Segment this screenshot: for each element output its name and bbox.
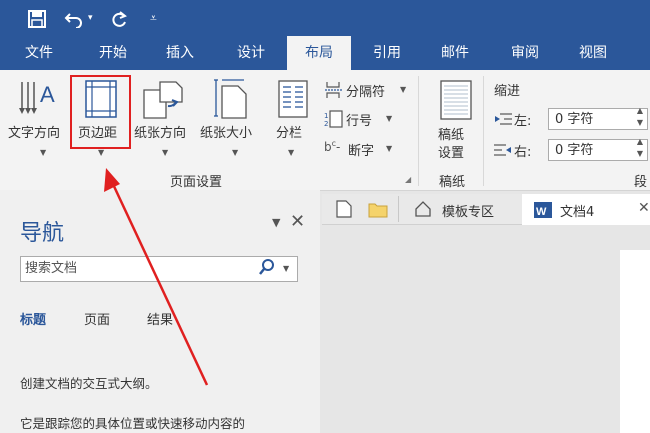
annotation-arrow [104, 168, 209, 386]
